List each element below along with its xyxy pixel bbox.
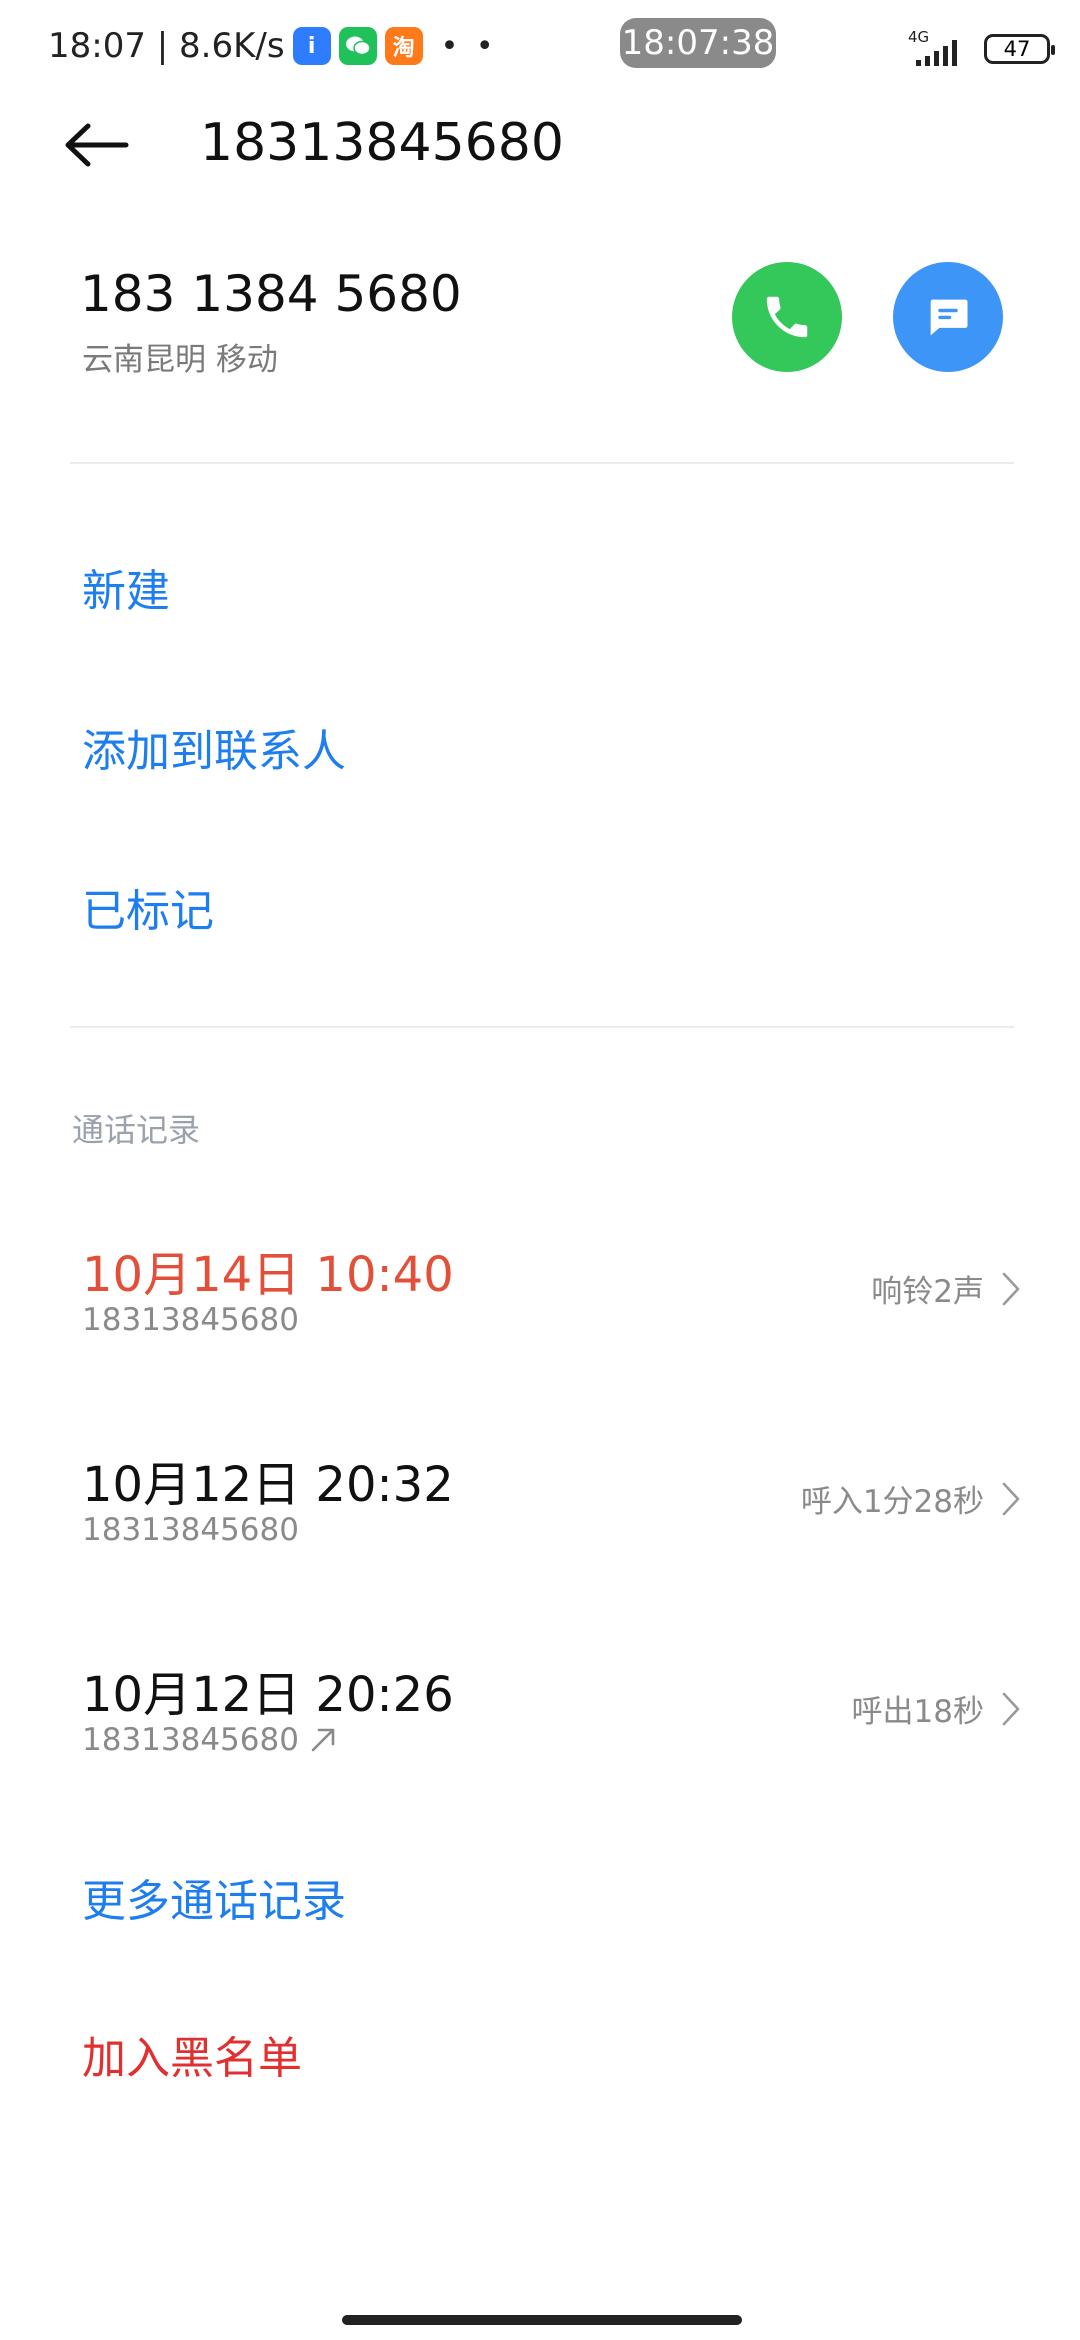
divider bbox=[70, 462, 1014, 464]
add-to-contacts-button[interactable]: 添加到联系人 bbox=[82, 715, 346, 779]
message-button[interactable] bbox=[893, 262, 1003, 372]
add-to-blacklist-button[interactable]: 加入黑名单 bbox=[82, 2022, 302, 2086]
call-record-number: 18313845680 bbox=[82, 1512, 299, 1548]
battery-level: 47 bbox=[1003, 37, 1031, 61]
blue-app-icon: i bbox=[292, 27, 331, 65]
call-record-number: 18313845680 bbox=[82, 1722, 337, 1758]
call-button[interactable] bbox=[732, 262, 842, 372]
more-call-records-link[interactable]: 更多通话记录 bbox=[82, 1865, 346, 1929]
call-record-datetime[interactable]: 10月12日 20:32 bbox=[82, 1445, 454, 1515]
call-record-datetime[interactable]: 10月14日 10:40 bbox=[82, 1235, 454, 1305]
more-notifications-dots: • • bbox=[440, 28, 498, 64]
call-record-number: 18313845680 bbox=[82, 1302, 299, 1338]
phone-number: 183 1384 5680 bbox=[80, 265, 462, 323]
call-record-detail[interactable]: 响铃2声 bbox=[871, 1266, 1020, 1311]
back-arrow-icon[interactable] bbox=[62, 120, 134, 170]
message-icon bbox=[930, 299, 968, 336]
call-record-detail[interactable]: 呼出18秒 bbox=[852, 1686, 1020, 1731]
call-log-heading: 通话记录 bbox=[72, 1111, 201, 1149]
number-location: 云南昆明 移动 bbox=[82, 342, 278, 378]
divider bbox=[70, 1026, 1014, 1028]
phone-icon bbox=[766, 296, 808, 338]
status-time-speed: 18:07 | 8.6K/s bbox=[48, 26, 285, 66]
status-center-time: 18:07:38 bbox=[620, 18, 776, 68]
chevron-right-icon bbox=[1002, 1692, 1020, 1725]
chevron-right-icon bbox=[1002, 1482, 1020, 1515]
status-bar-left: 18:07 | 8.6K/s i 淘 • • bbox=[48, 26, 498, 66]
call-record-datetime[interactable]: 10月12日 20:26 bbox=[82, 1655, 454, 1725]
wechat-icon bbox=[338, 27, 377, 65]
page-title: 18313845680 bbox=[200, 113, 564, 173]
chevron-right-icon bbox=[1002, 1272, 1020, 1305]
marked-button[interactable]: 已标记 bbox=[82, 875, 214, 939]
taobao-icon: 淘 bbox=[384, 27, 423, 65]
signal-icon: 4G bbox=[908, 28, 972, 68]
battery-icon: 47 bbox=[984, 34, 1055, 64]
call-record-detail[interactable]: 呼入1分28秒 bbox=[801, 1476, 1020, 1521]
status-bar-right: 4G 47 bbox=[908, 28, 1055, 68]
new-contact-button[interactable]: 新建 bbox=[82, 555, 170, 619]
home-indicator[interactable] bbox=[342, 2315, 742, 2325]
outgoing-arrow-icon bbox=[311, 1728, 335, 1752]
